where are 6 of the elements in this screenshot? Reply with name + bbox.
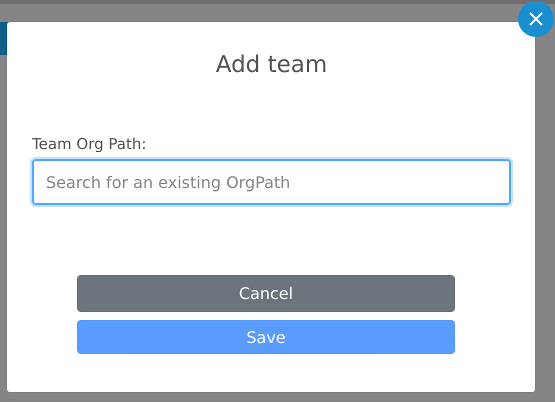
dialog-title: Add team [214,52,328,80]
search-field[interactable]: Search for an existing OrgPath [32,159,511,206]
close-button[interactable] [518,1,554,37]
field-label: Team Org Path: [32,134,146,155]
close-icon [528,11,544,27]
cancel-button[interactable]: Cancel [77,275,455,312]
